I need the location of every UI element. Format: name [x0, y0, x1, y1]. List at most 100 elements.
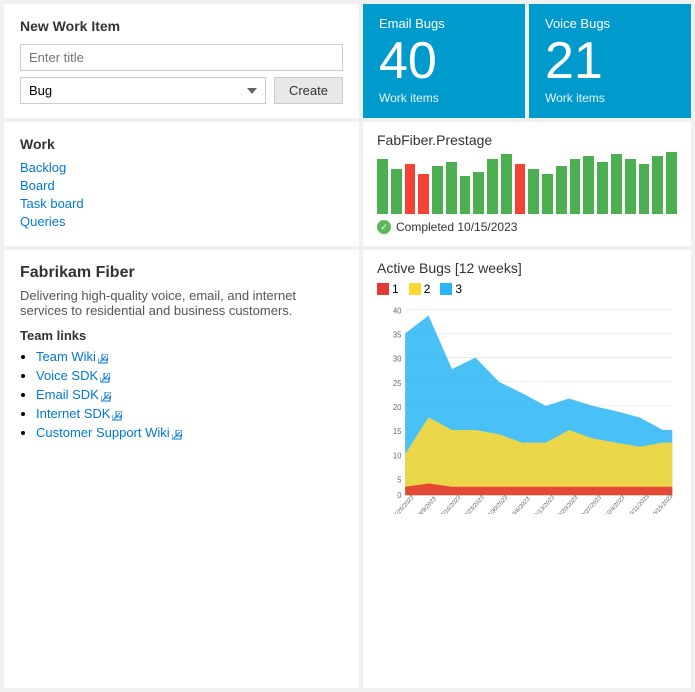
email-bugs-title: Email Bugs	[379, 16, 509, 31]
new-work-item-panel: New Work Item Bug Task Feature Epic Crea…	[4, 4, 359, 118]
svg-text:8/30/2023: 8/30/2023	[487, 494, 509, 514]
bar	[487, 159, 498, 214]
external-link-icon	[101, 390, 111, 400]
bar	[542, 174, 553, 214]
svg-text:9/13/2023: 9/13/2023	[534, 494, 556, 514]
external-link-icon	[100, 371, 110, 381]
svg-text:20: 20	[393, 403, 402, 412]
bar	[556, 166, 567, 214]
fabrikam-title: Fabrikam Fiber	[20, 264, 343, 282]
bar	[666, 152, 677, 214]
active-bugs-title: Active Bugs [12 weeks]	[377, 260, 677, 276]
legend-swatch	[377, 283, 389, 295]
bar	[611, 154, 622, 214]
team-link[interactable]: Customer Support Wiki	[36, 425, 182, 440]
bar	[639, 164, 650, 214]
svg-text:15: 15	[393, 427, 402, 436]
bar	[460, 176, 471, 214]
bar	[432, 166, 443, 214]
svg-text:9/6/2023: 9/6/2023	[512, 496, 532, 514]
legend: 1 2 3	[377, 282, 677, 296]
work-link[interactable]: Backlog	[20, 160, 343, 175]
external-link-icon	[112, 409, 122, 419]
team-link-item: Customer Support Wiki	[36, 425, 343, 440]
svg-text:9/20/2023: 9/20/2023	[558, 494, 580, 514]
svg-text:8/16/2023: 8/16/2023	[440, 494, 462, 514]
tiles-container: Email Bugs 40 Work items Voice Bugs 21 W…	[363, 4, 691, 118]
team-links-title: Team links	[20, 328, 343, 343]
create-button[interactable]: Create	[274, 77, 343, 104]
work-link[interactable]: Queries	[20, 214, 343, 229]
fabfiber-title: FabFiber.Prestage	[377, 132, 677, 148]
svg-text:10: 10	[393, 451, 402, 460]
work-link[interactable]: Task board	[20, 196, 343, 211]
work-panel: Work Backlog Board Task board Queries	[4, 122, 359, 246]
new-work-item-title: New Work Item	[20, 18, 343, 34]
svg-text:8/9/2023: 8/9/2023	[418, 496, 438, 514]
svg-text:10/11/2023: 10/11/2023	[627, 493, 651, 514]
work-link[interactable]: Board	[20, 178, 343, 193]
work-item-type-select[interactable]: Bug Task Feature Epic	[20, 77, 266, 104]
work-title: Work	[20, 136, 343, 152]
area-chart: 40 35 30 25 20 15 10 5 0 7/25/2023 8/9/	[377, 304, 677, 514]
voice-bugs-number: 21	[545, 35, 675, 87]
legend-label: 2	[424, 282, 431, 296]
legend-label: 1	[392, 282, 399, 296]
bar	[528, 169, 539, 214]
external-link-icon	[172, 428, 182, 438]
email-bugs-tile: Email Bugs 40 Work items	[363, 4, 525, 118]
email-bugs-sub: Work items	[379, 91, 509, 105]
bar	[446, 162, 457, 214]
bar	[597, 162, 608, 214]
team-link[interactable]: Voice SDK	[36, 368, 110, 383]
svg-text:9/27/2023: 9/27/2023	[581, 494, 603, 514]
svg-text:25: 25	[393, 379, 402, 388]
active-bugs-panel: Active Bugs [12 weeks] 1 2 3 40 35 30 25 2…	[363, 250, 691, 688]
bar	[583, 156, 594, 214]
team-link-item: Team Wiki	[36, 349, 343, 364]
svg-text:40: 40	[393, 306, 402, 315]
work-links: Backlog Board Task board Queries	[20, 160, 343, 229]
svg-text:5: 5	[397, 475, 402, 484]
legend-item: 2	[409, 282, 431, 296]
bar	[501, 154, 512, 214]
fabfiber-panel: FabFiber.Prestage ✓ Completed 10/15/2023	[363, 122, 691, 246]
svg-text:10/15/2023: 10/15/2023	[650, 493, 674, 514]
bar	[418, 174, 429, 214]
bar	[405, 164, 416, 214]
voice-bugs-tile: Voice Bugs 21 Work items	[529, 4, 691, 118]
voice-bugs-title: Voice Bugs	[545, 16, 675, 31]
svg-text:30: 30	[393, 354, 402, 363]
legend-label: 3	[455, 282, 462, 296]
team-link-item: Internet SDK	[36, 406, 343, 421]
check-icon: ✓	[377, 220, 391, 234]
completed-text: Completed 10/15/2023	[396, 220, 517, 234]
team-link[interactable]: Internet SDK	[36, 406, 122, 421]
completed-row: ✓ Completed 10/15/2023	[377, 220, 677, 234]
fabrikam-fiber-panel: Fabrikam Fiber Delivering high-quality v…	[4, 250, 359, 688]
team-links-list: Team Wiki Voice SDK Email SDK Internet SDK C…	[20, 349, 343, 440]
fabrikam-description: Delivering high-quality voice, email, an…	[20, 288, 343, 318]
svg-text:0: 0	[397, 491, 402, 500]
external-link-icon	[98, 352, 108, 362]
legend-item: 1	[377, 282, 399, 296]
bar-chart	[377, 154, 677, 214]
legend-item: 3	[440, 282, 462, 296]
email-bugs-number: 40	[379, 35, 509, 87]
bar	[570, 159, 581, 214]
bar	[473, 172, 484, 214]
team-link[interactable]: Email SDK	[36, 387, 111, 402]
work-item-title-input[interactable]	[20, 44, 343, 71]
svg-text:35: 35	[393, 330, 402, 339]
voice-bugs-sub: Work items	[545, 91, 675, 105]
bar	[391, 169, 402, 214]
team-link-item: Voice SDK	[36, 368, 343, 383]
bar	[515, 164, 526, 214]
legend-swatch	[440, 283, 452, 295]
team-link[interactable]: Team Wiki	[36, 349, 108, 364]
svg-text:8/23/2023: 8/23/2023	[464, 494, 486, 514]
legend-swatch	[409, 283, 421, 295]
bar	[652, 156, 663, 214]
bar	[625, 159, 636, 214]
team-link-item: Email SDK	[36, 387, 343, 402]
